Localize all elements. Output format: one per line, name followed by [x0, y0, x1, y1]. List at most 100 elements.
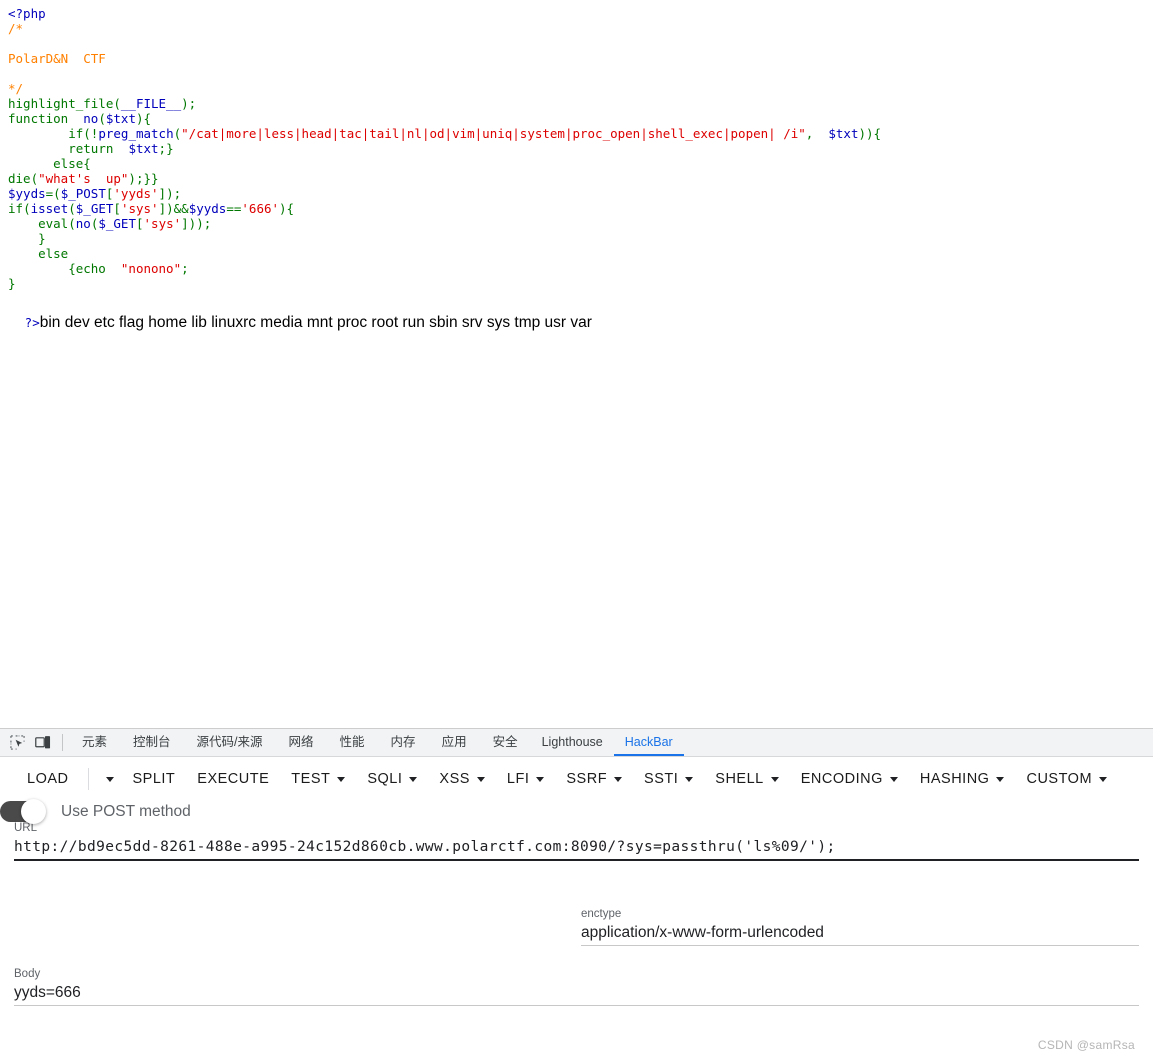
hackbar-button-label: SHELL — [715, 771, 764, 787]
php-source-output: <?php/* PolarD&N CTF */highlight_file(__… — [0, 0, 1153, 353]
devtools-tab-hackbar[interactable]: HackBar — [613, 729, 684, 756]
devtools-tab--[interactable]: 应用 — [429, 729, 480, 756]
hackbar-sqli-button[interactable]: SQLI — [356, 764, 428, 794]
devtools-tab--[interactable]: 网络 — [276, 729, 327, 756]
hackbar-button-label: HASHING — [919, 771, 990, 787]
use-post-method-row[interactable]: Use POST method — [0, 799, 1153, 824]
php-code-block: <?php/* PolarD&N CTF */highlight_file(__… — [8, 6, 1153, 291]
hackbar-button-label: SSTI — [644, 771, 679, 787]
url-label: URL — [14, 822, 38, 834]
body-field[interactable]: Body yyds=666 — [14, 967, 1139, 1006]
code-token: $_GET — [98, 216, 136, 231]
use-post-method-toggle[interactable] — [0, 799, 46, 824]
enctype-label: enctype — [581, 908, 622, 920]
hackbar-ssti-button[interactable]: SSTI — [633, 764, 704, 794]
body-input[interactable]: yyds=666 — [14, 981, 1139, 1005]
devtools-tab--[interactable]: 安全 — [480, 729, 531, 756]
code-token: return — [68, 141, 114, 156]
code-token: ( — [98, 111, 106, 126]
hackbar-toolbar: LOAD SPLIT EXECUTE TEST SQLI XSS LFI SSRF SSTI SH… — [0, 757, 1153, 801]
code-token: } — [8, 231, 46, 246]
hackbar-load-button[interactable]: LOAD — [16, 764, 80, 794]
code-token: ( — [173, 126, 182, 141]
chevron-down-icon — [476, 776, 485, 782]
code-token: ( — [30, 171, 39, 186]
code-token: $_POST — [60, 186, 106, 201]
code-line: } — [8, 276, 1153, 291]
devtools-tab--[interactable]: 性能 — [327, 729, 378, 756]
hackbar-encoding-button[interactable]: ENCODING — [790, 764, 909, 794]
devtools-tab--[interactable]: 元素 — [69, 729, 120, 756]
code-token: ){ — [279, 201, 295, 216]
hackbar-button-label: LOAD — [27, 771, 69, 787]
inspect-element-icon[interactable] — [4, 731, 30, 755]
toggle-knob — [21, 799, 46, 824]
hackbar-button-label: SQLI — [367, 771, 403, 787]
code-token: no — [75, 216, 91, 231]
hackbar-button-label: SSRF — [566, 771, 608, 787]
hackbar-ssrf-button[interactable]: SSRF — [555, 764, 633, 794]
hackbar-test-button[interactable]: TEST — [280, 764, 356, 794]
code-token: if — [68, 126, 84, 141]
devtools-tab-lighthouse[interactable]: Lighthouse — [531, 729, 614, 756]
chevron-down-icon — [614, 776, 623, 782]
hackbar-button-label: SPLIT — [132, 771, 176, 787]
device-toolbar-icon[interactable] — [30, 731, 56, 755]
hackbar-xss-button[interactable]: XSS — [428, 764, 496, 794]
code-token: ( — [23, 201, 31, 216]
hackbar-shell-button[interactable]: SHELL — [704, 764, 789, 794]
code-token: ]); — [158, 186, 182, 201]
chevron-down-icon — [1099, 776, 1108, 782]
chevron-down-icon — [889, 776, 898, 782]
hackbar-split-button[interactable]: SPLIT — [122, 764, 187, 794]
code-line: eval(no($_GET['sys'])); — [8, 216, 1153, 231]
devtools-tab--[interactable]: 内存 — [378, 729, 429, 756]
code-token: PolarD&N CTF — [8, 51, 106, 66]
devtools-tab--[interactable]: 源代码/来源 — [184, 729, 276, 756]
code-token: [ — [135, 216, 144, 231]
hackbar-dropdown-button[interactable] — [91, 764, 122, 794]
hackbar-hashing-button[interactable]: HASHING — [909, 764, 1016, 794]
code-token: ( — [68, 201, 76, 216]
code-token: (! — [83, 126, 99, 141]
hackbar-custom-button[interactable]: CUSTOM — [1015, 764, 1118, 794]
hackbar-button-label: XSS — [439, 771, 470, 787]
url-field[interactable]: URL http://bd9ec5dd-8261-488e-a995-24c15… — [14, 821, 1139, 861]
code-token: { — [8, 261, 76, 276]
code-token: */ — [8, 81, 24, 96]
code-token: __FILE__ — [120, 96, 182, 111]
code-line: PolarD&N CTF — [8, 51, 1153, 66]
code-line: } — [8, 231, 1153, 246]
url-underline — [14, 859, 1139, 861]
code-token: { — [873, 126, 882, 141]
code-token: <?php — [8, 6, 46, 21]
chevron-down-icon — [996, 776, 1005, 782]
url-input[interactable]: http://bd9ec5dd-8261-488e-a995-24c152d86… — [14, 835, 1139, 859]
code-token: else — [53, 156, 84, 171]
code-line: */ — [8, 81, 1153, 96]
code-token: if — [8, 201, 24, 216]
code-line: if(!preg_match("/cat|more|less|head|tac|… — [8, 126, 1153, 141]
code-token: $txt — [128, 141, 159, 156]
hackbar-button-label: TEST — [291, 771, 331, 787]
hackbar-button-label: LFI — [506, 771, 530, 787]
body-label: Body — [14, 968, 41, 980]
use-post-method-label: Use POST method — [61, 802, 191, 820]
code-token: "/cat|more|less|head|tac|tail|nl|od|vim|… — [181, 126, 806, 141]
csdn-watermark: CSDN @samRsa — [1037, 1038, 1135, 1052]
hackbar-lfi-button[interactable]: LFI — [496, 764, 555, 794]
code-token: { — [83, 156, 91, 171]
code-line: /* — [8, 21, 1153, 36]
enctype-field[interactable]: enctype application/x-www-form-urlencode… — [581, 907, 1139, 946]
hackbar-button-label: CUSTOM — [1026, 771, 1093, 787]
devtools-tab--[interactable]: 控制台 — [120, 729, 184, 756]
hackbar-button-label: EXECUTE — [197, 771, 270, 787]
enctype-input[interactable]: application/x-www-form-urlencoded — [581, 921, 1139, 945]
body-underline — [14, 1005, 1139, 1006]
code-line: <?php — [8, 6, 1153, 21]
hackbar-execute-button[interactable]: EXECUTE — [186, 764, 280, 794]
code-token: die — [8, 171, 31, 186]
